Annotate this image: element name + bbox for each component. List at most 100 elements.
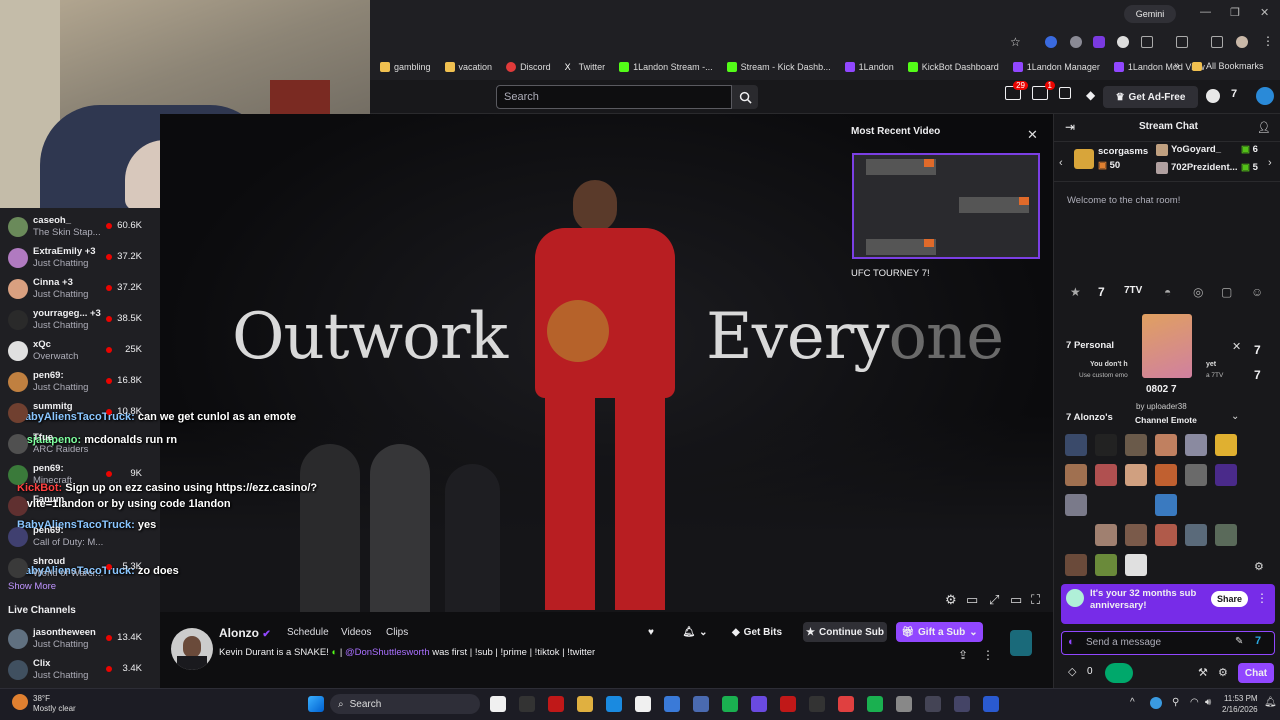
chevron-down-icon[interactable]: ⌄ [1231,411,1239,422]
7tv-icon[interactable]: 7 [1098,285,1105,299]
taskbar-app-icon[interactable] [722,696,738,712]
fullscreen-icon[interactable]: ⛶ [1031,592,1040,608]
bookmark-kick-dashboard[interactable]: Stream - Kick Dashb... [726,62,831,72]
get-bits-button[interactable]: ◆ Get Bits [724,622,790,642]
taskbar-app-icon[interactable] [954,696,970,712]
emote-tile[interactable] [1125,434,1147,456]
share-anniversary-button[interactable]: Share [1211,591,1248,607]
whispers-icon[interactable] [1059,87,1071,99]
emote-tile[interactable] [1095,554,1117,576]
extensions-puzzle-icon[interactable] [1141,36,1153,48]
taskbar-app-icon[interactable] [490,696,506,712]
emote-tile[interactable] [1125,464,1147,486]
taskbar-app-icon[interactable] [867,696,883,712]
search-button[interactable] [732,85,758,109]
sidebar-channel-item[interactable]: Tfue ARC Raiders [0,429,160,460]
extension-icon[interactable] [1117,36,1129,48]
emote-tile[interactable] [1125,524,1147,546]
follow-heart-button[interactable]: ♥ [640,622,662,642]
tab-clips[interactable]: Clips [386,627,408,638]
7tv-icon[interactable]: 7 [1255,635,1261,647]
browser-menu-icon[interactable]: ⋮ [1262,34,1274,48]
bookmark-discord[interactable]: Discord [506,62,551,72]
sidebar-channel-item[interactable]: caseoh_ The Skin Stap... 60.6K [0,212,160,243]
chat-emote-icon[interactable]: ◐ [1068,636,1075,648]
taskbar-app-icon[interactable] [896,696,912,712]
theatre-mode-icon[interactable]: ▭ [1010,592,1022,608]
taskbar-app-icon[interactable] [664,696,680,712]
wifi-icon[interactable]: ◠ [1190,697,1199,708]
taskbar-app-icon[interactable] [751,696,767,712]
live-channel-item[interactable]: jasontheween Just Chatting 13.4K [0,624,160,655]
7tv-icon[interactable]: 7 [1254,368,1261,382]
more-options-icon[interactable]: ⋮ [1256,591,1268,605]
channel-name[interactable]: Alonzo ✔ [219,626,271,640]
emote-tile[interactable] [1065,434,1087,456]
tab-videos[interactable]: Videos [341,627,371,638]
emote-tile[interactable] [1155,434,1177,456]
bookmark-kickbot-dashboard[interactable]: KickBot Dashboard [907,62,999,72]
chevron-left-icon[interactable]: ‹ [1059,157,1063,169]
emote-tile[interactable] [1155,494,1177,516]
tray-overflow-icon[interactable]: ^ [1130,697,1135,708]
close-icon[interactable]: ✕ [1027,127,1038,143]
all-bookmarks[interactable]: All Bookmarks [1192,61,1264,71]
taskbar-search[interactable]: ⌕ Search [330,694,480,714]
taskbar-app-icon[interactable] [548,696,564,712]
taskbar-clock[interactable]: 11:53 PM 2/16/2026 [1222,693,1258,715]
emote-tile[interactable] [1185,464,1207,486]
sidebar-channel-item[interactable]: shroud World of Warcr... 5.3K [0,553,160,584]
emoji-icon[interactable]: ☺ [1251,285,1263,299]
twitch-extension-icon[interactable] [1093,36,1105,48]
emote-tile[interactable] [1125,554,1147,576]
taskbar-app-icon[interactable] [577,696,593,712]
bookmark-gambling[interactable]: gambling [380,62,431,72]
windows-start-icon[interactable] [308,696,324,712]
tab-7tv[interactable]: 7TV [1124,285,1142,296]
sidebar-channel-item[interactable]: pen69: Minecraft 9K [0,460,160,491]
network-icon[interactable]: ⚲ [1172,697,1179,708]
chat-send-button[interactable]: Chat [1238,663,1274,683]
notification-center-icon[interactable]: 🔔︎ [1264,697,1277,708]
emote-tile[interactable] [1185,434,1207,456]
gemini-button[interactable]: Gemini [1124,5,1176,23]
profile-avatar[interactable] [1236,36,1248,48]
recent-video-thumbnail[interactable] [852,153,1040,259]
twitch-emotes-icon[interactable]: ◓ [1164,285,1171,299]
continue-sub-button[interactable]: ★ Continue Sub [803,622,887,642]
bookmark-vacation[interactable]: vacation [444,62,492,72]
taskbar-app-icon[interactable] [606,696,622,712]
more-options-icon[interactable]: ⋮ [982,648,994,662]
channel-avatar[interactable] [171,628,213,670]
popout-icon[interactable]: ⤢ [989,592,999,608]
settings-icon[interactable]: ⚙ [945,592,957,608]
tab-search-icon[interactable] [1211,36,1223,48]
settings-icon[interactable]: ⚙ [1218,666,1228,679]
collapse-chat-icon[interactable]: ⇥ [1065,120,1075,134]
notifications-icon[interactable]: 1 [1032,81,1055,100]
tray-app-icon[interactable] [1150,697,1162,709]
emote-tile[interactable] [1095,524,1117,546]
bookmarks-overflow-icon[interactable]: » [1174,60,1180,71]
crown-icon[interactable]: ◆ [1086,88,1095,102]
cast-icon[interactable] [1176,36,1188,48]
volume-icon[interactable]: 🔊︎ [1205,697,1211,708]
bttv-icon[interactable]: ▢ [1221,285,1232,299]
live-channel-item[interactable]: Clix Just Chatting 3.4K [0,655,160,686]
emote-tile[interactable] [1215,464,1237,486]
close-icon[interactable]: ✕ [1232,340,1241,353]
emote-tile[interactable] [1215,434,1237,456]
taskbar-app-icon[interactable] [925,696,941,712]
bookmark-1landon-stream[interactable]: 1Landon Stream -... [619,62,713,72]
get-ad-free-button[interactable]: ♛ Get Ad-Free [1103,86,1198,108]
extension-icon[interactable] [1045,36,1057,48]
notification-bell-button[interactable]: 🔔︎ ⌄ [676,622,714,642]
favorites-star-icon[interactable]: ★ [1070,285,1081,299]
emote-tile[interactable] [1095,434,1117,456]
share-icon[interactable]: ⇪ [958,648,968,662]
taskbar-app-icon[interactable] [635,696,651,712]
inbox-icon[interactable]: 29 [1005,81,1028,100]
sidebar-channel-item[interactable]: pen69: Just Chatting 16.8K [0,367,160,398]
settings-icon[interactable]: ⚙ [1254,560,1264,573]
emote-tile[interactable] [1155,464,1177,486]
